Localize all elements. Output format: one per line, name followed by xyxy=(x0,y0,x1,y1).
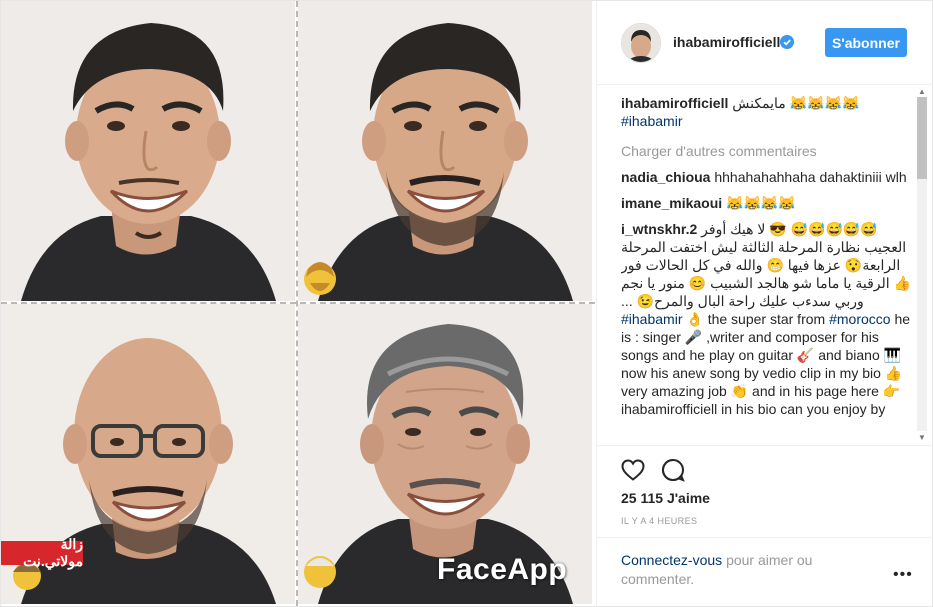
caption-username[interactable]: ihabamirofficiell xyxy=(621,95,728,111)
caption-hashtag[interactable]: #ihabamir xyxy=(621,113,682,129)
post-side-panel: ihabamirofficiell S'abonner ihabamiroffi… xyxy=(596,1,933,606)
face-beard xyxy=(298,1,592,301)
post-actions: 25 115 J'aime IL Y A 4 HEURES xyxy=(597,445,933,546)
comment-text: 😹😹😹😹 xyxy=(726,195,796,211)
more-options-icon[interactable]: ••• xyxy=(893,566,913,584)
instagram-post: زالة مولاتي.نت FaceApp ihabamirofficiell… xyxy=(0,0,933,607)
header-username[interactable]: ihabamirofficiell xyxy=(673,34,780,50)
avatar[interactable] xyxy=(621,23,661,63)
login-link[interactable]: Connectez-vous xyxy=(621,552,722,568)
comments-scrollbar[interactable]: ▲ ▼ xyxy=(915,85,927,445)
comment-text-english: 👌 the super star from xyxy=(686,311,826,327)
load-more-comments-link[interactable]: Charger d'autres commentaires xyxy=(621,142,916,160)
list-item: nadia_chioua hhhahahahhaha dahaktiniii w… xyxy=(621,168,916,186)
comment-username[interactable]: imane_mikaoui xyxy=(621,195,722,211)
comment-hashtag[interactable]: #ihabamir xyxy=(621,311,682,327)
caption: ihabamirofficiell مايمكنش 😹😹😹😹 #ihabamir xyxy=(621,94,916,130)
comments-list[interactable]: ihabamirofficiell مايمكنش 😹😹😹😹 #ihabamir… xyxy=(621,94,916,442)
list-item: i_wtnskhr.2 😅😅😅😅😅 😎 لا هيك أوفر العجيب ن… xyxy=(621,220,916,418)
collage-divider-horizontal xyxy=(1,302,595,304)
list-item: imane_mikaoui 😹😹😹😹 xyxy=(621,194,916,212)
site-watermark-badge: زالة مولاتي.نت xyxy=(1,536,83,569)
login-prompt: Connectez-vous pour aimer ou commenter. … xyxy=(597,537,933,607)
post-image-collage[interactable]: زالة مولاتي.نت FaceApp xyxy=(1,1,595,606)
comment-username[interactable]: nadia_chioua xyxy=(621,169,710,185)
follow-button[interactable]: S'abonner xyxy=(825,28,907,57)
post-header: ihabamirofficiell S'abonner xyxy=(597,1,933,85)
comment-text: hhhahahahhaha dahaktiniii wlh xyxy=(714,169,907,185)
heart-icon[interactable] xyxy=(621,459,645,481)
comment-hashtag[interactable]: #morocco xyxy=(829,311,890,327)
scrollbar-thumb[interactable] xyxy=(917,97,927,179)
login-prompt-text: Connectez-vous pour aimer ou commenter. xyxy=(621,551,861,589)
faceapp-watermark: FaceApp xyxy=(437,553,568,586)
scroll-up-arrow-icon[interactable]: ▲ xyxy=(918,87,926,96)
verified-badge-icon xyxy=(780,35,794,49)
comment-username[interactable]: i_wtnskhr.2 xyxy=(621,221,697,237)
face-original xyxy=(1,1,295,301)
likes-count[interactable]: 25 115 J'aime xyxy=(621,490,710,506)
caption-text: مايمكنش 😹😹😹😹 xyxy=(732,95,860,111)
post-timestamp[interactable]: IL Y A 4 HEURES xyxy=(621,516,697,526)
scroll-down-arrow-icon[interactable]: ▼ xyxy=(918,433,926,442)
comment-icon[interactable] xyxy=(661,458,685,482)
